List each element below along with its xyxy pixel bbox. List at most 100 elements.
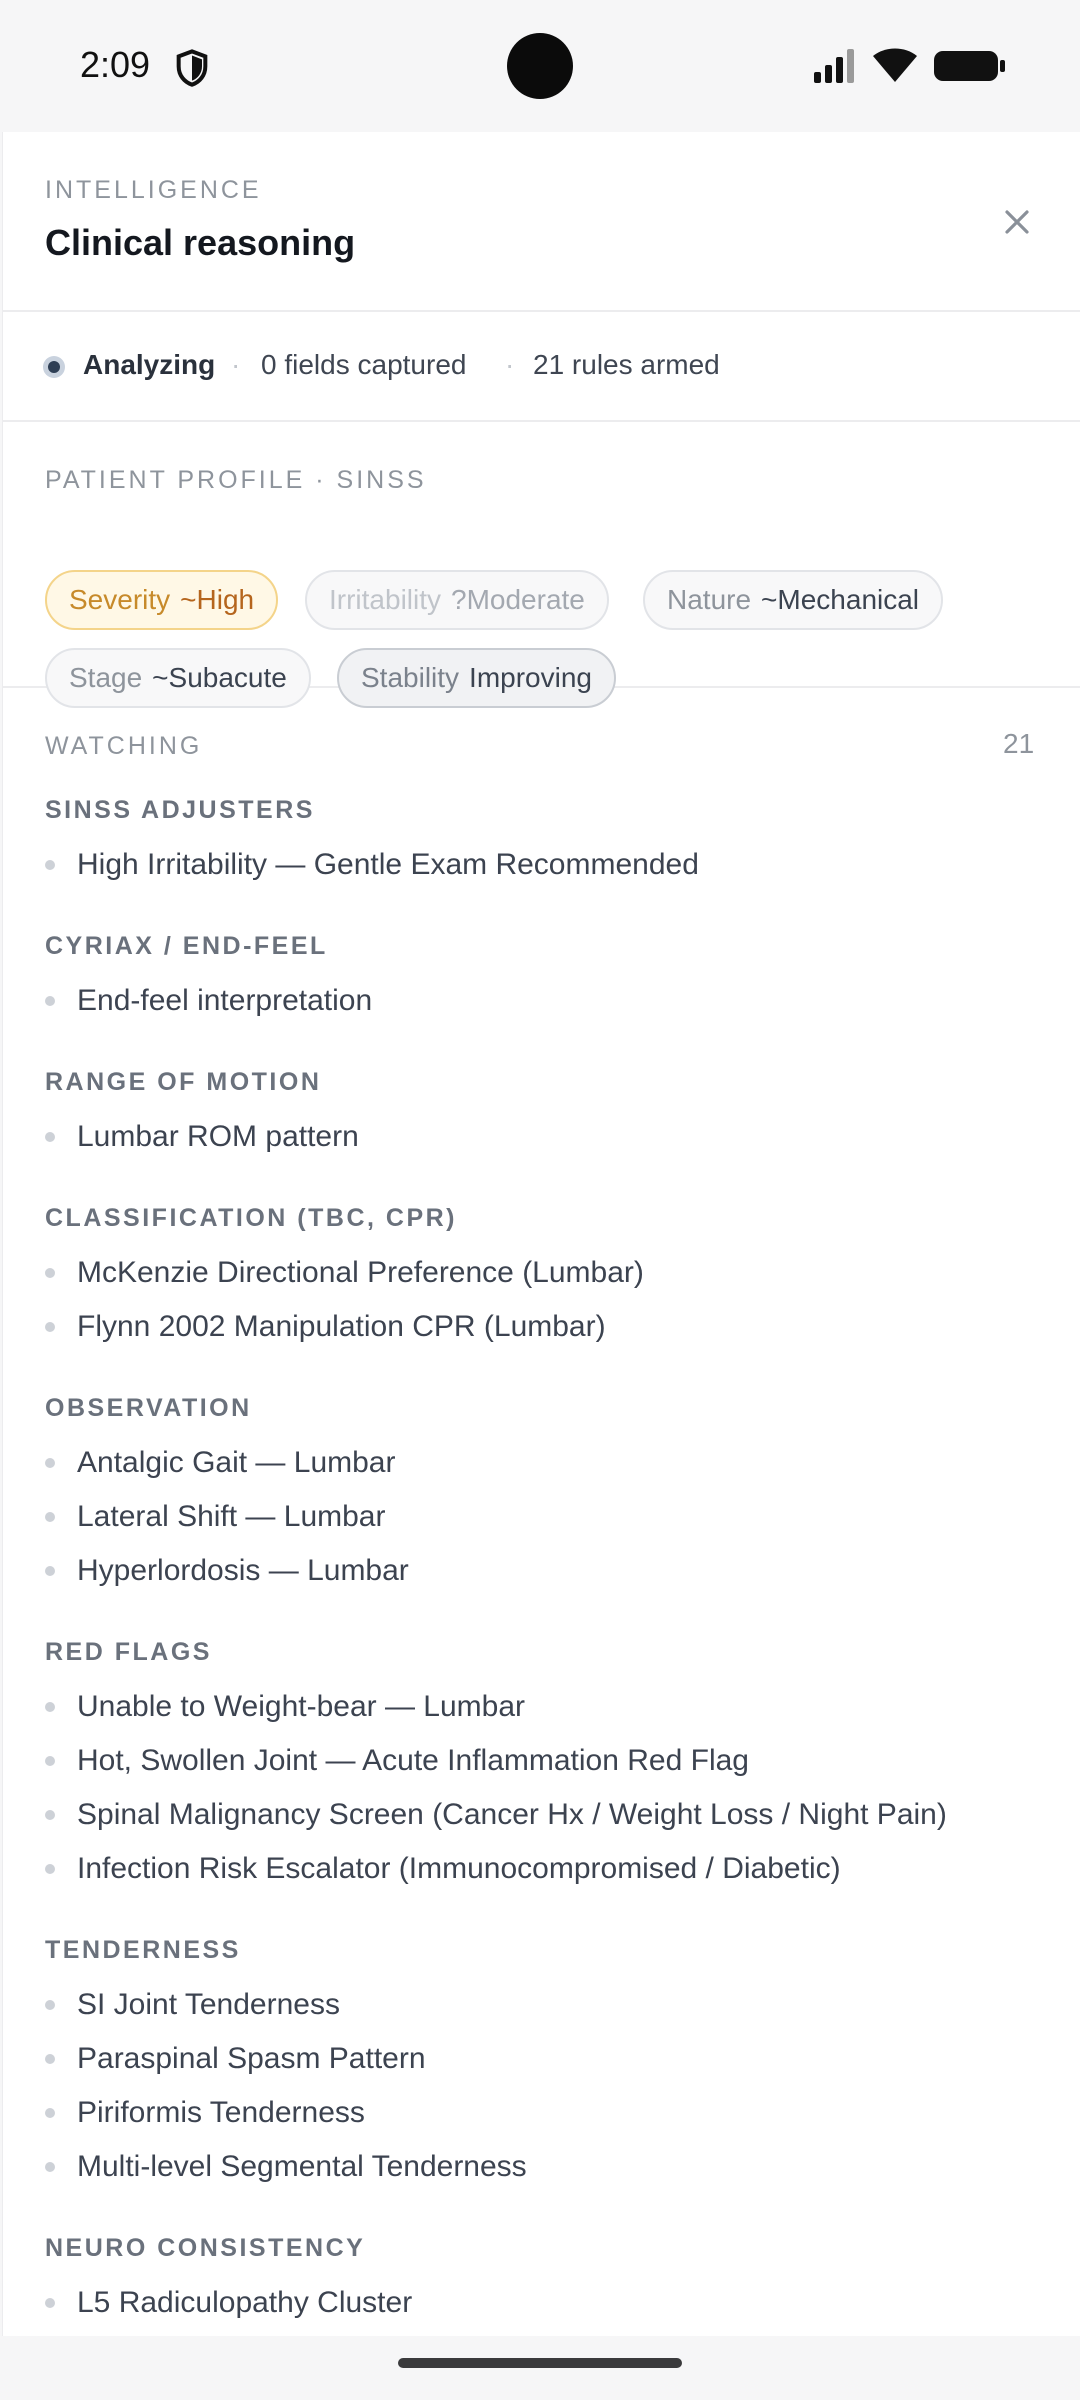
rule-item[interactable]: Spinal Malignancy Screen (Cancer Hx / We…	[45, 1798, 947, 1832]
wifi-icon	[873, 48, 917, 82]
panel-header: INTELLIGENCE Clinical reasoning	[3, 132, 1080, 312]
rule-group-title: SINSS ADJUSTERS	[45, 796, 315, 824]
panel-eyebrow: INTELLIGENCE	[45, 176, 262, 204]
rule-item[interactable]: Lateral Shift — Lumbar	[45, 1500, 385, 1534]
signal-icon	[814, 49, 854, 83]
bullet-icon	[45, 1810, 55, 1820]
chip-key: Stability	[361, 662, 460, 693]
chip-nature[interactable]: Nature ~Mechanical	[643, 570, 944, 630]
chip-value: ~Subacute	[152, 662, 287, 693]
rule-item[interactable]: High Irritability — Gentle Exam Recommen…	[45, 848, 699, 882]
status-bar: 2:09	[0, 0, 1080, 132]
chip-value: ?Moderate	[451, 584, 585, 615]
bullet-icon	[45, 1566, 55, 1576]
status-separator: ·	[505, 349, 515, 380]
rule-item-label: McKenzie Directional Preference (Lumbar)	[77, 1256, 644, 1289]
bullet-icon	[45, 2000, 55, 2010]
status-indicator-dot	[43, 356, 65, 378]
status-time: 2:09	[80, 44, 151, 85]
bullet-icon	[45, 1132, 55, 1142]
chip-value: ~Mechanical	[761, 584, 920, 615]
rule-item-label: Flynn 2002 Manipulation CPR (Lumbar)	[77, 1310, 606, 1343]
rule-group-title: CYRIAX / END-FEEL	[45, 932, 328, 960]
chip-key: Stage	[69, 662, 143, 693]
rule-item[interactable]: Unable to Weight-bear — Lumbar	[45, 1690, 525, 1724]
rule-group-title: NEURO CONSISTENCY	[45, 2234, 366, 2262]
battery-icon	[934, 51, 1005, 81]
watching-count: 21	[1003, 728, 1035, 759]
fields-captured: 0 fields captured	[261, 349, 467, 380]
bullet-icon	[45, 1756, 55, 1766]
rule-item-label: End-feel interpretation	[77, 984, 373, 1017]
bullet-icon	[45, 2298, 55, 2308]
bullet-icon	[45, 1322, 55, 1332]
bullet-icon	[45, 1512, 55, 1522]
chip-key: Irritability	[329, 584, 442, 615]
rule-group-title: CLASSIFICATION (TBC, CPR)	[45, 1204, 458, 1232]
bullet-icon	[45, 1268, 55, 1278]
rule-item[interactable]: Multi-level Segmental Tenderness	[45, 2150, 527, 2184]
panel-title: Clinical reasoning	[45, 222, 356, 263]
rule-item[interactable]: Infection Risk Escalator (Immunocompromi…	[45, 1852, 841, 1886]
rule-item[interactable]: Lumbar ROM pattern	[45, 1120, 359, 1154]
status-state: Analyzing	[83, 349, 216, 380]
chip-key: Nature	[667, 584, 752, 615]
bullet-icon	[45, 1458, 55, 1468]
rule-group-title: RED FLAGS	[45, 1638, 212, 1666]
rule-item-label: SI Joint Tenderness	[77, 1988, 340, 2021]
rule-item[interactable]: End-feel interpretation	[45, 984, 372, 1018]
chip-value: ~High	[180, 584, 255, 615]
bullet-icon	[45, 1702, 55, 1712]
rule-item-label: Unable to Weight-bear — Lumbar	[77, 1690, 526, 1723]
shield-icon	[176, 49, 208, 87]
home-handle[interactable]	[398, 2358, 682, 2368]
chip-value: Improving	[469, 662, 592, 693]
bullet-icon	[45, 1864, 55, 1874]
bullet-icon	[45, 2108, 55, 2118]
patient-profile-label: PATIENT PROFILE · SINSS	[45, 466, 427, 494]
rule-item[interactable]: Flynn 2002 Manipulation CPR (Lumbar)	[45, 1310, 606, 1344]
rule-item-label: Antalgic Gait — Lumbar	[77, 1446, 396, 1479]
rule-item[interactable]: Piriformis Tenderness	[45, 2096, 365, 2130]
rule-item[interactable]: Paraspinal Spasm Pattern	[45, 2042, 426, 2076]
rule-item[interactable]: SI Joint Tenderness	[45, 1988, 340, 2022]
rule-item[interactable]: Hot, Swollen Joint — Acute Inflammation …	[45, 1744, 749, 1778]
close-button[interactable]	[993, 198, 1041, 246]
rule-item-label: High Irritability — Gentle Exam Recommen…	[77, 848, 699, 881]
bullet-icon	[45, 2162, 55, 2172]
chip-stage[interactable]: Stage ~Subacute	[45, 648, 311, 708]
rule-group-title: TENDERNESS	[45, 1936, 241, 1964]
clinical-reasoning-panel: INTELLIGENCE Clinical reasoning Analyzin…	[2, 132, 1080, 2336]
rule-item[interactable]: McKenzie Directional Preference (Lumbar)	[45, 1256, 644, 1290]
chip-stability[interactable]: Stability Improving	[337, 648, 616, 708]
rule-item[interactable]: L5 Radiculopathy Cluster	[45, 2286, 412, 2320]
rule-item-label: Lumbar ROM pattern	[77, 1120, 359, 1153]
bullet-icon	[45, 2054, 55, 2064]
rule-item-label: L5 Radiculopathy Cluster	[77, 2286, 413, 2319]
rule-group-title: RANGE OF MOTION	[45, 1068, 322, 1096]
rule-item-label: Hyperlordosis — Lumbar	[77, 1554, 409, 1587]
close-icon	[1005, 210, 1029, 234]
rule-item[interactable]: Antalgic Gait — Lumbar	[45, 1446, 395, 1480]
rule-item-label: Piriformis Tenderness	[77, 2096, 365, 2129]
navigation-bar	[0, 2336, 1080, 2400]
rule-item-label: Multi-level Segmental Tenderness	[77, 2150, 527, 2183]
rule-item-label: Lateral Shift — Lumbar	[77, 1500, 386, 1533]
chip-key: Severity	[69, 584, 171, 615]
chip-irritability[interactable]: Irritability ?Moderate	[305, 570, 609, 630]
bullet-icon	[45, 860, 55, 870]
rule-item-label: Hot, Swollen Joint — Acute Inflammation …	[77, 1744, 749, 1777]
watching-label: WATCHING	[45, 732, 203, 760]
rule-item-label: Paraspinal Spasm Pattern	[77, 2042, 426, 2075]
chip-severity[interactable]: Severity ~High	[45, 570, 279, 630]
rules-armed: 21 rules armed	[533, 349, 720, 380]
rule-group-title: OBSERVATION	[45, 1394, 252, 1422]
analysis-status-row: Analyzing · 0 fields captured · 21 rules…	[3, 312, 1080, 422]
camera-cutout	[507, 33, 573, 99]
rule-item-label: Infection Risk Escalator (Immunocompromi…	[77, 1852, 841, 1885]
rule-item[interactable]: Hyperlordosis — Lumbar	[45, 1554, 409, 1588]
bullet-icon	[45, 996, 55, 1006]
status-separator: ·	[231, 349, 241, 380]
patient-profile: PATIENT PROFILE · SINSS Severity ~High Irr…	[3, 422, 1080, 708]
rule-item-label: Spinal Malignancy Screen (Cancer Hx / We…	[77, 1798, 947, 1831]
